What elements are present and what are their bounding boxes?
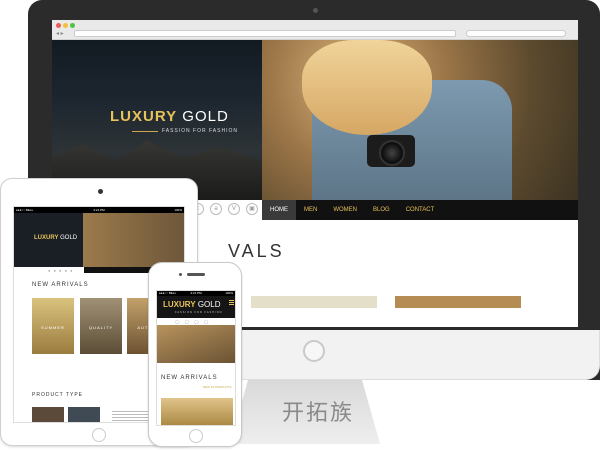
product-card[interactable]: [251, 296, 377, 308]
card-label: SUMMER: [41, 325, 65, 330]
social-icons-row[interactable]: ◯ ◯ ◯ ◯: [175, 319, 210, 324]
watermark-text: 开拓族: [281, 401, 354, 426]
maximize-window-icon[interactable]: [70, 23, 75, 28]
phone-camera: [179, 273, 182, 276]
camera-lens-icon: [379, 140, 405, 166]
site-logo[interactable]: LUXURY GOLD: [110, 108, 229, 125]
browser-search-input[interactable]: [466, 30, 566, 37]
new-arrivals-heading: NEW ARRIVALS: [161, 375, 218, 381]
back-forward-icon[interactable]: ◂ ▸: [56, 30, 64, 37]
product-image[interactable]: [161, 398, 233, 425]
address-bar[interactable]: [74, 30, 456, 37]
close-window-icon[interactable]: [56, 23, 61, 28]
minimize-window-icon[interactable]: [63, 23, 68, 28]
rss-icon[interactable]: ▣: [246, 203, 258, 215]
monitor-camera: [313, 8, 318, 13]
product-type-heading: PRODUCT TYPE: [32, 392, 83, 398]
logo-word-rest: GOLD: [195, 300, 221, 309]
section-heading: VALS: [228, 241, 285, 261]
clock: 4:21 PM: [93, 208, 105, 212]
responsive-mockup: 开拓族 ◂ ▸ LUXURY GOLD FASSION FOR FASHION …: [0, 0, 600, 450]
phone-screen: ●●●○○ BELL 4:21 PM 100% LUXURY GOLD FASS…: [156, 290, 236, 426]
product-card[interactable]: [395, 296, 521, 308]
new-products-link[interactable]: NEW IN PRODUCTS: [203, 385, 232, 389]
tablet-camera: [98, 189, 103, 194]
product-thumbnail[interactable]: [32, 407, 64, 422]
phone-logo[interactable]: LUXURY GOLD: [163, 300, 221, 309]
hero-photo: [262, 40, 578, 200]
new-arrivals-heading: NEW ARRIVALS: [32, 282, 89, 288]
phone-hero-photo: [157, 325, 235, 363]
social-icons-row: t ə V ▣: [192, 203, 258, 215]
logo-word-gold: LUXURY: [163, 300, 196, 309]
nav-women[interactable]: WOMEN: [325, 200, 365, 220]
site-tagline: FASSION FOR FASHION: [162, 128, 238, 134]
tablet-logo[interactable]: LUXURY GOLD: [34, 235, 77, 241]
card-label: QUALITY: [88, 325, 114, 330]
logo-word-gold: LUXURY: [34, 235, 59, 241]
phone-speaker: [187, 273, 205, 276]
vimeo-icon[interactable]: V: [228, 203, 240, 215]
logo-divider: [132, 131, 158, 132]
product-card-quality[interactable]: QUALITY: [80, 298, 122, 354]
product-card-summer[interactable]: SUMMER: [32, 298, 74, 354]
logo-word-gold: LUXURY: [110, 108, 178, 125]
slider-dots[interactable]: ● ● ● ● ●: [48, 268, 74, 273]
phone-device: ●●●○○ BELL 4:21 PM 100% LUXURY GOLD FASS…: [148, 262, 242, 447]
photo-hair: [302, 40, 432, 135]
main-nav: HOME MEN WOMEN BLOG CONTACT: [262, 200, 578, 220]
clock: 4:21 PM: [190, 291, 202, 295]
tablet-home-button: [92, 428, 106, 442]
product-thumbnail[interactable]: [68, 407, 100, 422]
phone-tagline: FASSION FOR FASHION: [175, 311, 223, 314]
browser-chrome: ◂ ▸: [52, 20, 578, 40]
hamburger-menu-icon[interactable]: [229, 300, 234, 305]
logo-word-rest: GOLD: [58, 235, 78, 241]
nav-home[interactable]: HOME: [262, 200, 296, 220]
logo-word-rest: GOLD: [177, 108, 229, 125]
nav-blog[interactable]: BLOG: [365, 200, 398, 220]
nav-contact[interactable]: CONTACT: [398, 200, 443, 220]
phone-home-button: [189, 429, 203, 443]
nav-men[interactable]: MEN: [296, 200, 325, 220]
monitor-apple-button: [303, 340, 325, 362]
weibo-icon[interactable]: ə: [210, 203, 222, 215]
